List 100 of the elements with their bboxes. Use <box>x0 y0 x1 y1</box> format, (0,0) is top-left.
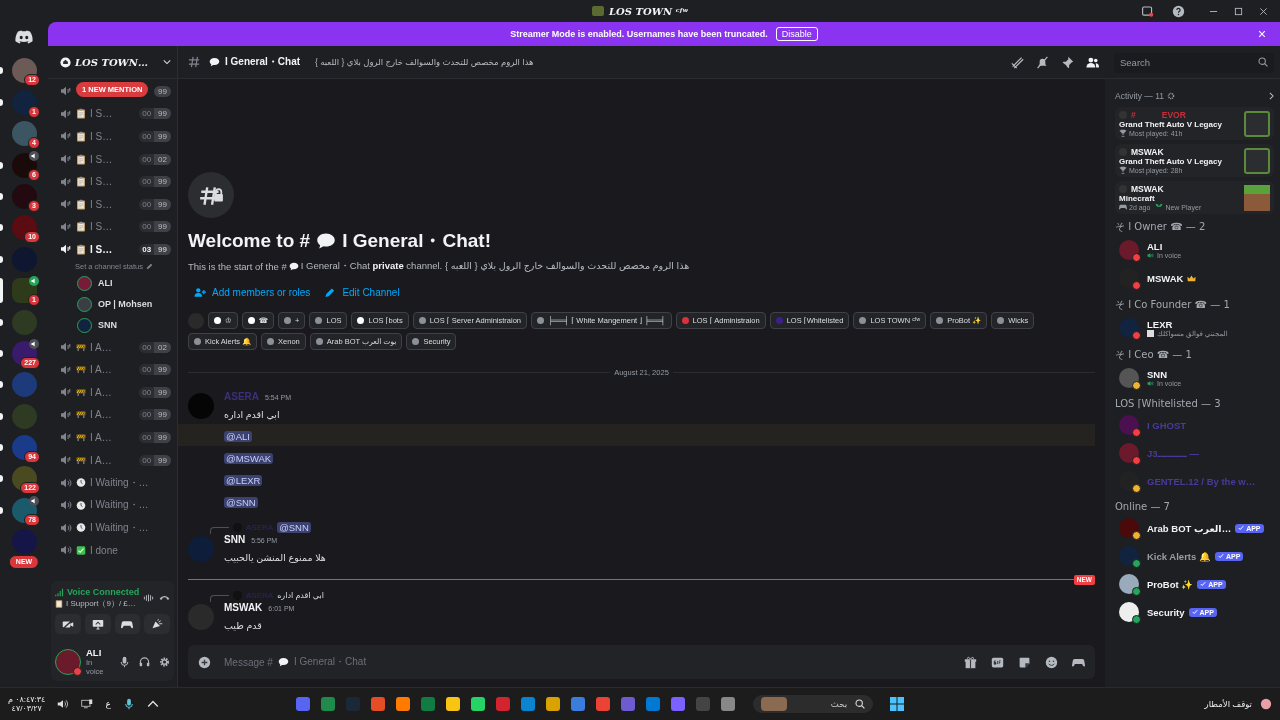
settings-icon[interactable] <box>1166 92 1175 100</box>
member-group-heading: そ I Owner ☎ — 2 <box>1115 220 1207 234</box>
speaker-icon <box>60 500 72 511</box>
reply-preview: ابي اقدم اداره <box>277 590 324 600</box>
voice-channel[interactable]: I Waiting・… <box>48 516 177 540</box>
clock-time[interactable]: ٠٨:٤٧:٣٤ م <box>8 695 46 704</box>
gift-icon[interactable] <box>964 655 977 669</box>
noise-suppression-icon[interactable] <box>143 592 154 603</box>
speaker-icon <box>60 545 72 556</box>
server-icon[interactable] <box>11 183 37 209</box>
search-field[interactable]: Search <box>1114 52 1274 73</box>
add-attachment-icon[interactable] <box>198 655 211 669</box>
volume-icon[interactable] <box>57 698 70 710</box>
member-list-icon[interactable] <box>1086 55 1099 69</box>
clipboard-icon <box>55 599 63 608</box>
channel-topic[interactable]: هذا الروم مخصص للتحدث والسوالف خارج الرول بلاي { اللعبه } <box>315 57 534 67</box>
user-limit-counter: 00 99 <box>139 409 171 421</box>
voice-channel[interactable]: I A… 00 99 <box>48 380 177 404</box>
edit-channel-link[interactable]: Edit Channel <box>324 287 400 298</box>
server-name[interactable]: LOS TOWN… <box>75 56 148 68</box>
settings-icon[interactable] <box>159 655 170 668</box>
user-mention[interactable]: @ALI <box>224 431 252 442</box>
user-mention[interactable]: @MSWAK <box>224 453 274 464</box>
help-icon[interactable] <box>1172 4 1185 18</box>
maximize-icon[interactable] <box>1234 6 1243 16</box>
message-text: قدم طيب <box>224 620 262 631</box>
speaker-icon <box>60 342 72 353</box>
discord-logo-icon[interactable] <box>15 30 33 44</box>
message-author[interactable]: SNN <box>224 534 246 545</box>
voice-channel[interactable]: I S… 00 99 <box>48 102 177 126</box>
disable-button[interactable]: Disable <box>775 27 818 41</box>
voice-channel[interactable]: I S… 00 99 <box>48 125 177 148</box>
taskbar-search-field[interactable]: بحث <box>753 695 873 713</box>
threads-icon[interactable] <box>1011 55 1024 69</box>
clock-date[interactable]: ٤٧/٠٣/٢٧ <box>11 704 42 713</box>
voice-user[interactable]: SNN <box>48 314 177 336</box>
signal-icon <box>55 587 64 597</box>
voice-channel[interactable]: I A… 00 99 <box>48 358 177 381</box>
weather-status[interactable]: توقف الأمطار <box>1204 699 1252 709</box>
voice-channel[interactable]: I S… 00 99 <box>48 170 177 193</box>
chevron-right-icon[interactable] <box>1269 92 1274 100</box>
voice-channel[interactable]: I S… 00 02 <box>48 147 177 171</box>
window-title: LOS TOWN ᶜᶠʷ <box>609 5 688 17</box>
microphone-icon[interactable] <box>119 655 130 668</box>
voice-channel[interactable]: I S… 00 99 <box>48 215 177 239</box>
add-members-link[interactable]: Add members or roles <box>194 287 311 298</box>
voice-channel[interactable]: I A… 00 99 <box>48 448 177 472</box>
message-text: ابي اقدم اداره <box>224 409 280 420</box>
clipboard-icon <box>76 221 86 233</box>
user-avatar[interactable] <box>55 648 81 675</box>
soundboard-button[interactable] <box>144 614 170 634</box>
microphone-icon[interactable] <box>122 698 135 710</box>
voice-user[interactable]: OP | Mohsen <box>48 293 177 315</box>
user-limit-counter: 00 99 <box>139 454 171 466</box>
game-cover-placeholder <box>1244 110 1270 137</box>
voice-channel[interactable]: I A… 00 99 <box>48 426 177 449</box>
barrier-icon <box>76 341 86 353</box>
gif-icon[interactable] <box>991 655 1004 669</box>
channel-name: I General・Chat <box>225 55 301 69</box>
pin-icon[interactable] <box>1061 55 1074 69</box>
user-avatar <box>77 296 92 312</box>
speech-bubble-icon <box>277 657 289 667</box>
notification-muted-icon[interactable] <box>1036 55 1049 69</box>
activities-button[interactable] <box>114 614 141 634</box>
headphones-icon[interactable] <box>139 655 150 668</box>
speech-bubble-icon <box>288 262 299 271</box>
member-name: SNN <box>1147 369 1168 380</box>
voice-channel-name[interactable]: I Support（9）/ £… <box>55 598 136 609</box>
camera-off-button[interactable] <box>55 614 81 634</box>
voice-user[interactable]: ALI <box>48 272 177 294</box>
voice-channel[interactable]: I S… 03 99 <box>48 238 177 261</box>
emoji-icon[interactable] <box>1045 655 1058 669</box>
close-icon[interactable] <box>1259 6 1268 16</box>
chevron-down-icon[interactable] <box>163 59 171 65</box>
activity-username: EVOR <box>1161 110 1186 120</box>
party-popper-icon <box>151 618 164 630</box>
screen-share-button[interactable] <box>84 614 111 634</box>
pencil-icon[interactable] <box>145 263 153 271</box>
voice-channel[interactable]: I A… 00 02 <box>48 335 177 359</box>
voice-channel[interactable]: I S… 00 99 <box>48 192 177 216</box>
weather-icon <box>1260 698 1272 710</box>
message-text: هلا ممنوع المنشن يالحبيب <box>224 552 326 563</box>
voice-channel[interactable]: I A… 00 99 <box>48 403 177 427</box>
voice-channel[interactable]: I Waiting・… <box>48 471 177 494</box>
chevron-up-icon[interactable] <box>146 698 159 710</box>
server-icon[interactable] <box>11 121 37 147</box>
voice-channel[interactable]: I Waiting・… <box>48 493 177 517</box>
message-author[interactable]: MSWAK <box>224 602 263 613</box>
server-icon[interactable] <box>11 435 37 461</box>
windows-start-icon[interactable] <box>889 696 905 712</box>
member-list-item[interactable]: MSWAK <box>1115 264 1274 292</box>
voice-connected-status[interactable]: Voice Connected <box>55 586 140 598</box>
user-mention[interactable]: @SNN <box>277 521 311 533</box>
inbox-icon[interactable] <box>1141 4 1154 18</box>
sticker-icon[interactable] <box>1018 655 1031 669</box>
keyboard-language[interactable]: ع <box>105 699 111 709</box>
voice-channel[interactable]: I done <box>48 539 177 562</box>
network-icon[interactable] <box>81 698 94 710</box>
user-mention[interactable]: @SNN <box>224 497 258 508</box>
user-mention[interactable]: @LEXR <box>224 475 263 486</box>
